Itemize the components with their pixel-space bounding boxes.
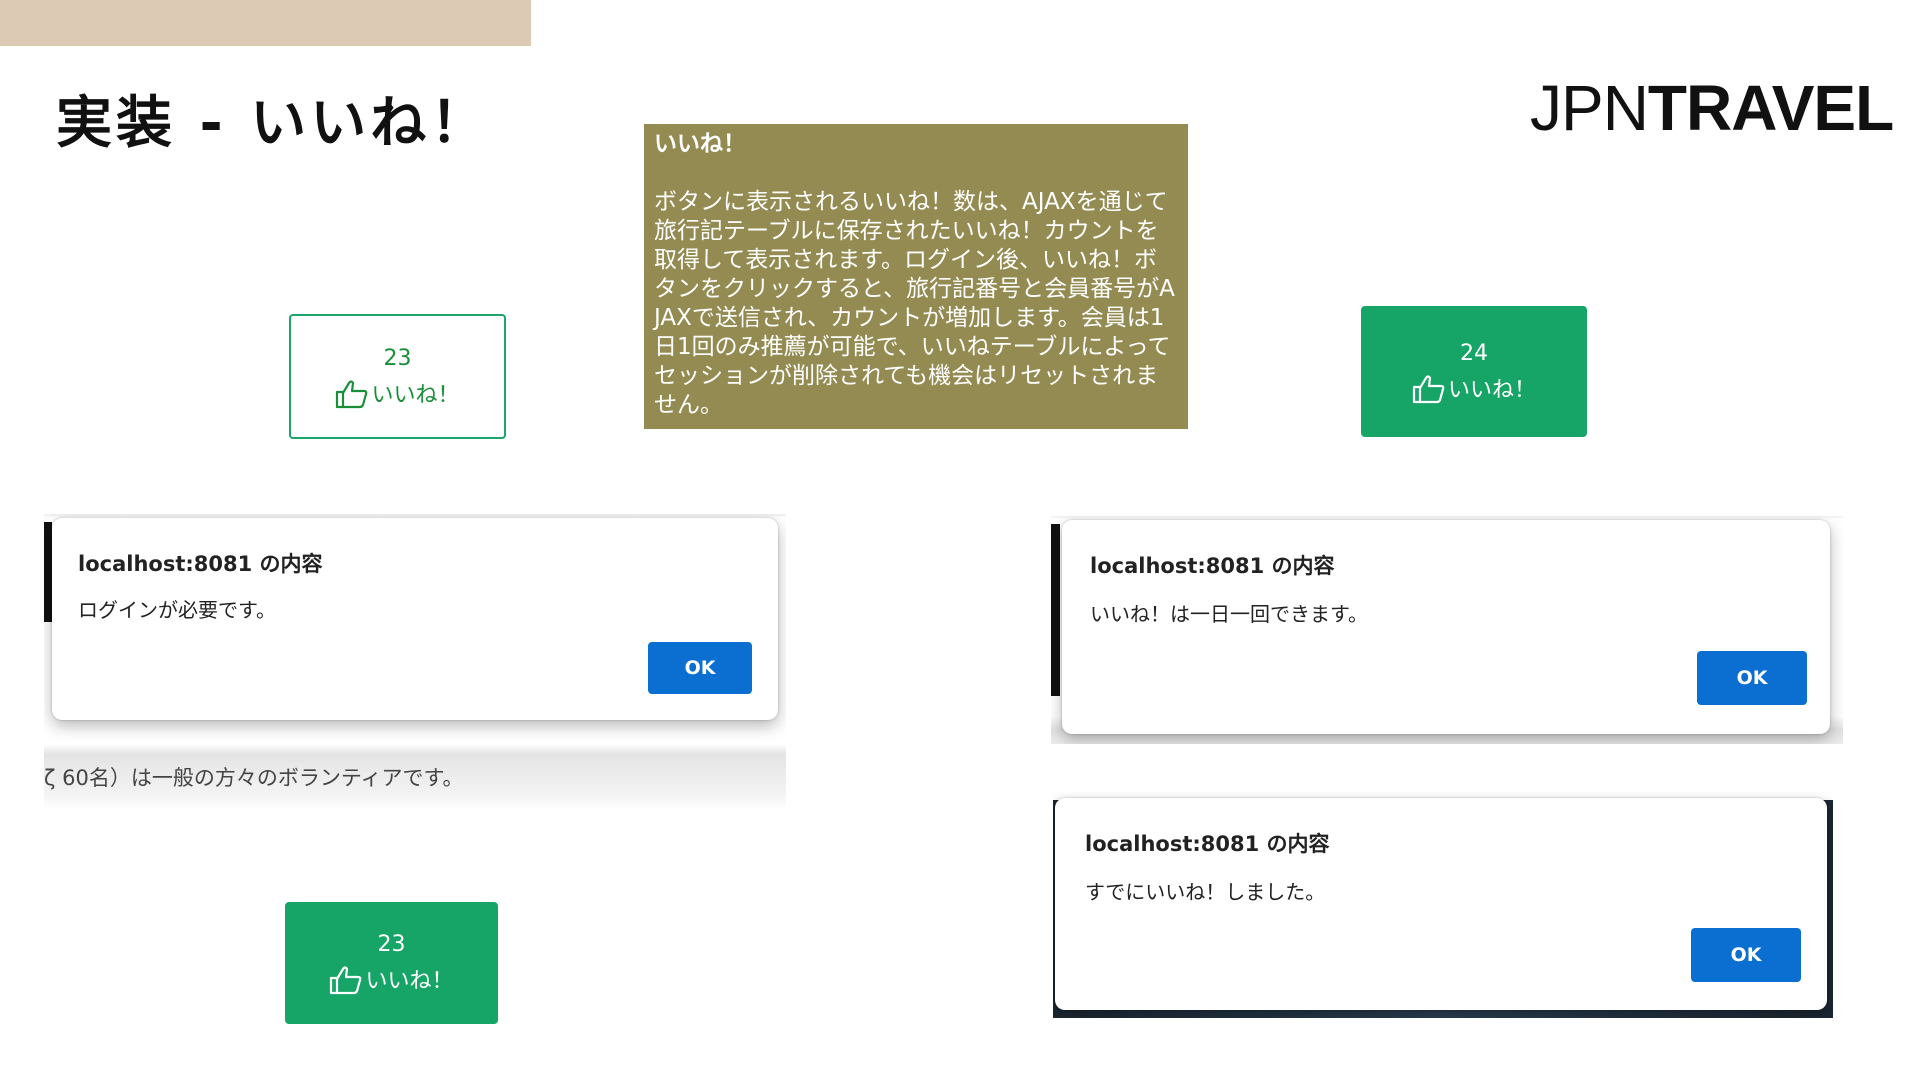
dialog-title: localhost:8081 の内容 — [78, 552, 323, 576]
alert-dialog: localhost:8081 の内容 すでにいいね！しました。 OK — [1055, 798, 1827, 1010]
description-body: ボタンに表示されるいいね！数は、AJAXを通じて旅行記テーブルに保存されたいいね… — [654, 189, 1175, 418]
like-button-row: いいね！ — [1412, 374, 1536, 404]
like-label: いいね！ — [1447, 377, 1536, 403]
thumbs-up-icon — [336, 379, 368, 408]
alert-dialog: localhost:8081 の内容 ログインが必要です。 OK — [52, 518, 778, 720]
alert-dialog: localhost:8081 の内容 いいね！は一日一回できます。 OK — [1062, 520, 1830, 734]
like-count: 23 — [383, 345, 412, 371]
thumbs-up-icon — [1412, 374, 1445, 403]
description-box: いいね！ ボタンに表示されるいいね！数は、AJAXを通じて旅行記テーブルに保存さ… — [644, 124, 1188, 429]
background-page-text: ζ 60名）は一般の方々のボランティアです。 — [44, 766, 464, 790]
dialog-screenshot-already-liked: localhost:8081 の内容 すでにいいね！しました。 OK — [1053, 792, 1833, 1018]
like-label: いいね！ — [365, 969, 454, 994]
logo-text-bold: TRAVEL — [1647, 72, 1894, 144]
dialog-message: いいね！は一日一回できます。 — [1090, 602, 1368, 626]
dialog-title: localhost:8081 の内容 — [1085, 832, 1330, 856]
like-button-row: いいね！ — [329, 965, 454, 995]
like-label: いいね！ — [371, 382, 460, 408]
logo-text-thin: JPN — [1530, 72, 1649, 144]
ok-button[interactable]: OK — [1697, 651, 1807, 705]
dialog-screenshot-once-a-day: localhost:8081 の内容 いいね！は一日一回できます。 OK — [1051, 516, 1843, 744]
page-edge-decor — [44, 522, 52, 622]
like-count: 23 — [377, 932, 406, 957]
dialog-message: すでにいいね！しました。 — [1085, 880, 1326, 904]
ok-button[interactable]: OK — [648, 642, 752, 694]
description-title: いいね！ — [654, 131, 746, 157]
top-decor-strip — [0, 0, 531, 46]
dialog-screenshot-login-required: localhost:8081 の内容 ログインが必要です。 OK ζ 60名）は… — [44, 514, 786, 810]
page-edge-decor — [1051, 524, 1060, 696]
dialog-title: localhost:8081 の内容 — [1090, 554, 1335, 578]
like-count: 24 — [1460, 340, 1488, 366]
dialog-message: ログインが必要です。 — [78, 598, 276, 622]
like-button-solid[interactable]: 24 いいね！ — [1361, 306, 1587, 437]
ok-button[interactable]: OK — [1691, 928, 1801, 982]
brand-logo: JPNTRAVEL — [1530, 76, 1894, 141]
thumbs-up-icon — [330, 966, 362, 995]
like-button-row: いいね！ — [335, 379, 460, 409]
like-button-outline[interactable]: 23 いいね！ — [289, 314, 506, 439]
slide-title: 実装 - いいね！ — [56, 91, 491, 156]
like-button-solid[interactable]: 23 いいね！ — [285, 902, 498, 1024]
